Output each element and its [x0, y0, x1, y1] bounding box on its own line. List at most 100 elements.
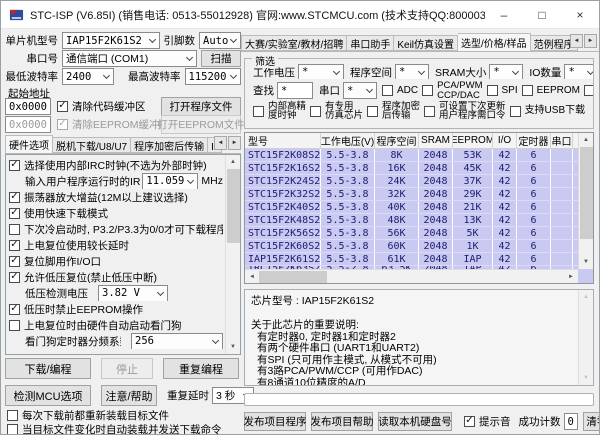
tab-scroll-left-icon[interactable]: ◄	[214, 136, 227, 150]
checkbox[interactable]	[7, 410, 18, 421]
scroll-up-icon[interactable]: ▲	[579, 133, 594, 147]
table-vertical-scrollbar[interactable]: ▲ ▼	[578, 133, 593, 269]
scroll-up-icon[interactable]: ▲	[226, 155, 241, 169]
filter-checkbox[interactable]: SPI	[487, 85, 518, 96]
lvd-select[interactable]: 3.82 V	[98, 285, 168, 301]
publish-program-button[interactable]: 发布项目程序	[244, 412, 306, 431]
checkbox[interactable]	[9, 320, 20, 331]
com-port-select[interactable]: 通信端口 (COM1)	[62, 50, 197, 67]
publish-help-button[interactable]: 发布项目帮助	[311, 412, 373, 431]
freq-select[interactable]: 11.0592	[142, 173, 198, 189]
tab-scroll-right-icon[interactable]: ►	[228, 136, 241, 150]
checkbox[interactable]	[367, 106, 378, 117]
tab-大赛/实验室/教材/招聘[interactable]: 大赛/实验室/教材/招聘	[241, 35, 347, 51]
filter-select[interactable]: *	[489, 64, 523, 80]
scroll-left-icon[interactable]: ◄	[245, 270, 259, 284]
options-scrollbar[interactable]: ▲ ▼	[225, 155, 240, 354]
checkbox[interactable]	[510, 106, 521, 117]
table-row[interactable]: STC15F2K40S25.5-3.840K204821K426	[245, 201, 578, 214]
table-row[interactable]: STC15F2K56S25.5-3.856K20485K426	[245, 227, 578, 240]
uart-filter-select[interactable]: *	[343, 82, 377, 99]
checkbox[interactable]	[9, 240, 20, 251]
checkbox[interactable]	[310, 106, 321, 117]
filter-select[interactable]: *	[395, 64, 429, 80]
tab-scroll-left-icon[interactable]: ◄	[570, 34, 583, 48]
column-header[interactable]: 型号	[245, 133, 321, 148]
checkbox[interactable]	[584, 85, 593, 96]
table-row[interactable]: STC15F2K48S25.5-3.848K204813K426	[245, 214, 578, 227]
checkbox[interactable]	[487, 85, 498, 96]
tab-串口助手[interactable]: 串口助手	[347, 35, 394, 51]
filter-checkbox[interactable]: EEPROM	[522, 85, 580, 96]
column-header[interactable]: 串口	[551, 133, 573, 148]
clear-count-button[interactable]: 清零	[583, 412, 600, 431]
scroll-down-icon[interactable]: ▼	[226, 340, 241, 354]
filter-checkbox[interactable]: 比较器(可当 可作掉电检	[584, 81, 593, 100]
tab-硬件选项[interactable]: 硬件选项	[5, 135, 53, 154]
checkbox[interactable]	[424, 106, 435, 117]
scrollbar-thumb[interactable]	[227, 169, 240, 243]
min-baud-select[interactable]: 2400	[62, 68, 114, 85]
open-program-file-button[interactable]: 打开程序文件	[161, 97, 241, 116]
table-horizontal-scrollbar[interactable]: ◄ ►	[245, 269, 578, 283]
tab-Keil仿真设置[interactable]: Keil仿真设置	[394, 35, 458, 51]
scan-button[interactable]: 扫描	[201, 50, 241, 67]
eeprom-address-input[interactable]: 0x0000	[5, 116, 51, 133]
tab-scroll-right-icon[interactable]: ►	[584, 34, 597, 48]
pin-count-select[interactable]: Auto	[199, 32, 241, 49]
checkbox[interactable]	[464, 416, 475, 427]
wdt-select[interactable]: 256	[131, 333, 223, 349]
checkbox[interactable]	[9, 272, 20, 283]
table-row[interactable]: STC15F2K32S25.5-3.832K204829K426	[245, 188, 578, 201]
scrollbar-thumb[interactable]	[259, 271, 327, 283]
scroll-right-icon[interactable]: ►	[564, 270, 578, 284]
scrollbar-thumb[interactable]	[580, 147, 593, 239]
download-program-button[interactable]: 下载/编程	[5, 358, 91, 379]
filter-checkbox[interactable]: PCA/PWM CCP/DAC	[422, 81, 482, 100]
table-row[interactable]: STC15F2K08S25.5-3.88K204853K426	[245, 149, 578, 162]
column-header[interactable]: 程序空间	[375, 133, 419, 148]
repeat-program-button[interactable]: 重复编程	[163, 358, 239, 379]
mcu-type-select[interactable]: IAP15F2K61S2	[62, 32, 160, 49]
column-header[interactable]: 工作电压(V)	[321, 133, 375, 148]
maximize-button[interactable]: □	[523, 1, 561, 28]
checkbox[interactable]	[9, 208, 20, 219]
checkbox[interactable]	[9, 224, 20, 235]
checkbox[interactable]	[9, 256, 20, 267]
checkbox[interactable]	[9, 160, 20, 171]
download-option[interactable]: 每次下载前都重新装载目标文件	[7, 409, 241, 422]
clear-code-option[interactable]: 清除代码缓冲区	[57, 99, 161, 114]
check-mcu-options-button[interactable]: 检测MCU选项	[5, 385, 91, 406]
table-row[interactable]: STC15F2K60S25.5-3.860K20481K426	[245, 240, 578, 253]
table-row[interactable]: STC15F2K16S25.5-3.816K204845K426	[245, 162, 578, 175]
scroll-down-icon[interactable]: ▼	[579, 255, 594, 269]
filter-checkbox[interactable]: 支持USB下载	[510, 106, 586, 117]
filter-select[interactable]: *	[564, 64, 593, 80]
close-button[interactable]: ×	[561, 1, 599, 28]
filter-checkbox[interactable]: 有专用 仿真芯片	[310, 102, 363, 121]
beep-option[interactable]: 提示音	[464, 414, 511, 429]
checkbox[interactable]	[57, 101, 68, 112]
checkbox[interactable]	[7, 424, 18, 435]
filter-checkbox[interactable]: 可设置下次更新 用户程序需口令	[424, 102, 506, 121]
minimize-button[interactable]: –	[485, 1, 523, 28]
tab-脱机下载/U8/U7[interactable]: 脱机下载/U8/U7	[53, 137, 131, 153]
checkbox[interactable]	[382, 85, 393, 96]
filter-checkbox[interactable]: 内部高精 度时钟	[253, 102, 306, 121]
checkbox[interactable]	[422, 85, 433, 96]
read-disk-id-button[interactable]: 读取本机硬盘号	[378, 412, 452, 431]
checkbox[interactable]	[9, 192, 20, 203]
column-header[interactable]: I/O	[493, 133, 517, 148]
code-address-input[interactable]: 0x0000	[5, 98, 51, 115]
filter-checkbox[interactable]: ADC	[382, 85, 418, 96]
table-row[interactable]: STC15F2K24S25.5-3.824K204837K426	[245, 175, 578, 188]
checkbox[interactable]	[253, 106, 264, 117]
table-row[interactable]: IAP15F2K61S25.5-3.861K2048IAP426	[245, 253, 578, 266]
column-header[interactable]: SRAM	[419, 133, 453, 148]
max-baud-select[interactable]: 115200	[185, 68, 242, 85]
search-input[interactable]: *	[277, 82, 313, 99]
download-option[interactable]: 当目标文件变化时自动装载并发送下载命令	[7, 423, 241, 435]
checkbox[interactable]	[9, 304, 20, 315]
filter-select[interactable]: *	[298, 64, 344, 80]
tab-选型/价格/样品[interactable]: 选型/价格/样品	[458, 33, 531, 52]
